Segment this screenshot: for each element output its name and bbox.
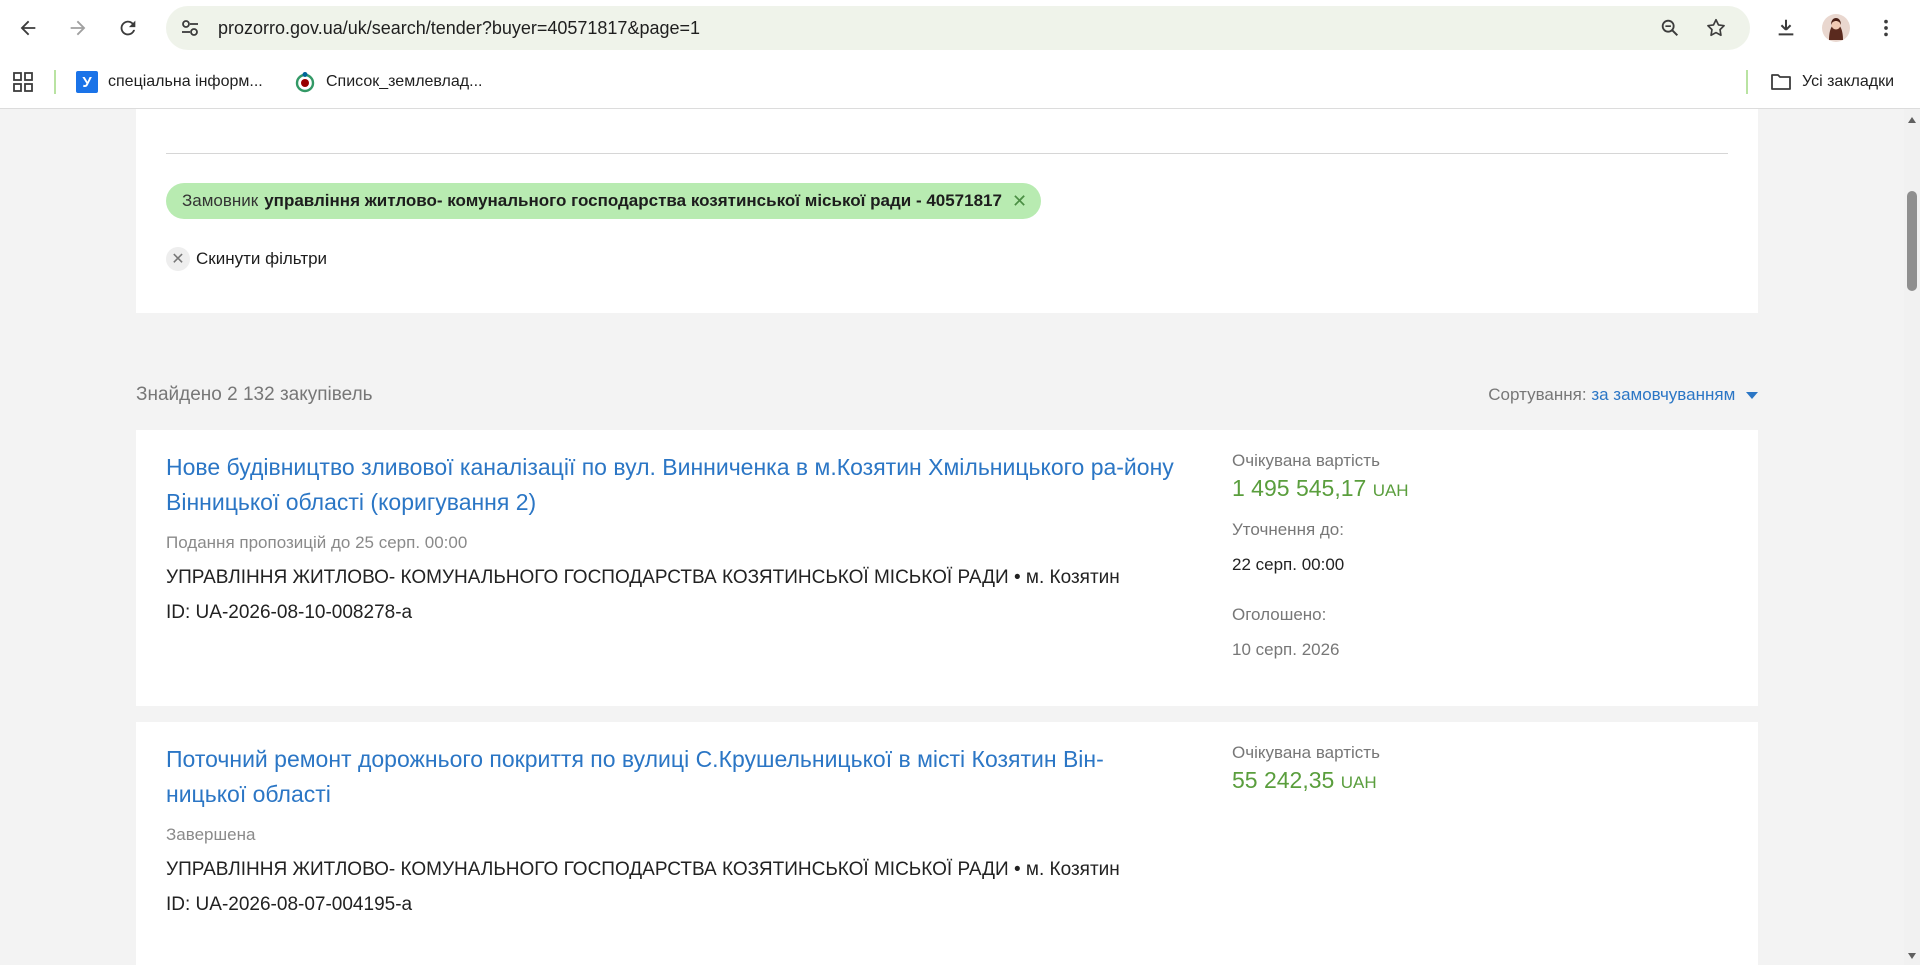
- tender-status: Подання пропозицій до 25 серп. 00:00: [166, 533, 468, 552]
- bookmark-label: Список_землевлад...: [326, 73, 483, 90]
- bookmarks-bar: У спеціальна інформ... Список_землевлад.…: [0, 56, 1920, 109]
- bookmark-item[interactable]: Список_землевлад...: [294, 69, 482, 95]
- all-bookmarks-button[interactable]: Усі закладки: [1770, 69, 1894, 95]
- chip-close-icon[interactable]: ✕: [1012, 191, 1027, 212]
- sort-label: Сортування:: [1488, 385, 1587, 404]
- reset-close-icon: ✕: [166, 247, 190, 271]
- tender-buyer: УПРАВЛІННЯ ЖИТЛОВО- КОМУНАЛЬНОГО ГОСПОДА…: [166, 567, 1120, 588]
- apps-grid-icon[interactable]: [12, 69, 34, 95]
- bookmark-star-icon[interactable]: [1702, 14, 1730, 42]
- bookmark-item[interactable]: У спеціальна інформ...: [76, 69, 263, 95]
- zoom-icon[interactable]: [1656, 14, 1684, 42]
- expected-value-label: Очікувана вартість: [1232, 451, 1380, 470]
- tender-id: ID: UA-2026-08-07-004195-a: [166, 894, 413, 915]
- address-bar[interactable]: prozorro.gov.ua/uk/search/tender?buyer=4…: [166, 6, 1750, 50]
- tender-buyer: УПРАВЛІННЯ ЖИТЛОВО- КОМУНАЛЬНОГО ГОСПОДА…: [166, 859, 1120, 880]
- bookmarks-separator: [54, 70, 56, 94]
- tender-id: ID: UA-2026-08-10-008278-a: [166, 602, 413, 623]
- reload-icon[interactable]: [110, 10, 146, 46]
- tender-meta: Очікувана вартість 55 242,35 UAH: [1232, 743, 1380, 794]
- filter-panel: Замовник управління житлово- комунальног…: [136, 109, 1758, 313]
- tender-meta: Очікувана вартість 1 495 545,17 UAH Уточ…: [1232, 451, 1409, 660]
- expected-value-label: Очікувана вартість: [1232, 743, 1380, 762]
- sort-dropdown[interactable]: за замовчуванням: [1591, 385, 1735, 404]
- chip-value: управління житлово- комунального господа…: [264, 191, 1002, 210]
- buyer-filter-chip[interactable]: Замовник управління житлово- комунальног…: [166, 183, 1042, 219]
- profile-avatar[interactable]: [1818, 10, 1854, 46]
- scroll-up-arrow-icon[interactable]: [1908, 117, 1916, 123]
- reset-filters-button[interactable]: ✕ Скинути фільтри: [166, 247, 327, 271]
- bookmark-favicon-u: У: [76, 71, 98, 93]
- site-settings-icon[interactable]: [180, 18, 200, 38]
- amount: 1 495 545,17: [1232, 475, 1367, 501]
- tender-card: Поточний ремонт дорожнього покриття по в…: [136, 722, 1758, 965]
- all-bookmarks-label: Усі закладки: [1802, 73, 1895, 90]
- expected-value: 55 242,35 UAH: [1232, 767, 1380, 794]
- expected-value: 1 495 545,17 UAH: [1232, 475, 1409, 502]
- reset-filters-label: Скинути фільтри: [196, 249, 328, 268]
- currency: UAH: [1372, 481, 1409, 500]
- browser-toolbar: prozorro.gov.ua/uk/search/tender?buyer=4…: [0, 0, 1920, 56]
- scroll-down-arrow-icon[interactable]: [1908, 953, 1916, 959]
- folder-icon: [1770, 72, 1792, 92]
- page-scrollbar[interactable]: [1904, 109, 1920, 965]
- wikimedia-icon: [294, 71, 316, 93]
- tender-title-link[interactable]: Нове будівництво зливової каналізації по…: [166, 450, 1176, 520]
- tender-status: Завершена: [166, 825, 256, 844]
- sort-control[interactable]: Сортування: за замовчуванням: [1488, 385, 1758, 405]
- chip-label: Замовник: [182, 191, 259, 210]
- clarify-date: 22 серп. 00:00: [1232, 555, 1345, 574]
- forward-icon[interactable]: [60, 10, 96, 46]
- announced-date: 10 серп. 2026: [1232, 640, 1340, 659]
- filter-divider: [166, 153, 1728, 154]
- download-icon[interactable]: [1768, 10, 1804, 46]
- bookmarks-separator: [1746, 70, 1748, 94]
- page-viewport: Замовник управління житлово- комунальног…: [0, 109, 1904, 965]
- announced-label: Оголошено:: [1232, 605, 1327, 624]
- tender-title-link[interactable]: Поточний ремонт дорожнього покриття по в…: [166, 742, 1176, 812]
- clarify-label: Уточнення до:: [1232, 520, 1344, 539]
- currency: UAH: [1340, 773, 1377, 792]
- scrollbar-thumb[interactable]: [1907, 191, 1917, 291]
- results-count: Знайдено 2 132 закупівель: [136, 384, 373, 405]
- url-text[interactable]: prozorro.gov.ua/uk/search/tender?buyer=4…: [218, 18, 700, 39]
- amount: 55 242,35: [1232, 767, 1335, 793]
- tender-card: Нове будівництво зливової каналізації по…: [136, 430, 1758, 706]
- menu-kebab-icon[interactable]: [1868, 10, 1904, 46]
- caret-down-icon[interactable]: [1746, 392, 1758, 400]
- bookmark-label: спеціальна інформ...: [108, 73, 263, 90]
- back-icon[interactable]: [10, 10, 46, 46]
